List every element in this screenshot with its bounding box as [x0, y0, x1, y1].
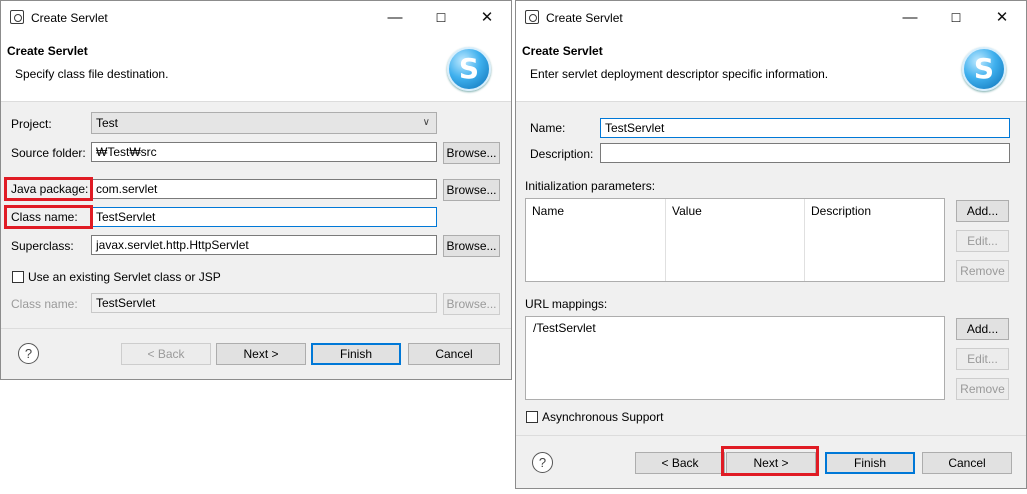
create-servlet-dialog-2: Create Servlet — ☐ ✕ Create Servlet Ente… [515, 0, 1027, 489]
use-existing-checkbox[interactable] [12, 271, 24, 283]
remove-url-mapping-button: Remove [956, 378, 1009, 400]
header-description: Enter servlet deployment descriptor spec… [530, 67, 829, 81]
browse-existing-class-button: Browse... [443, 293, 500, 315]
name-field[interactable]: TestServlet [600, 118, 1010, 138]
eclipse-app-icon [525, 10, 539, 24]
title-bar: Create Servlet — ☐ ✕ [1, 1, 511, 35]
create-servlet-dialog-1: Create Servlet — ☐ ✕ Create Servlet Spec… [0, 0, 512, 380]
eclipse-app-icon [10, 10, 24, 24]
wizard-header: Create Servlet Specify class file destin… [1, 35, 511, 102]
help-icon[interactable]: ? [18, 343, 39, 364]
description-label: Description: [530, 147, 594, 161]
remove-init-param-button: Remove [956, 260, 1009, 282]
add-url-mapping-button[interactable]: Add... [956, 318, 1009, 340]
browse-java-package-button[interactable]: Browse... [443, 179, 500, 201]
superclass-label: Superclass: [11, 239, 74, 253]
maximize-icon[interactable]: ☐ [418, 3, 464, 33]
window-title: Create Servlet [546, 11, 623, 25]
java-package-field[interactable]: com.servlet [91, 179, 437, 199]
use-existing-label: Use an existing Servlet class or JSP [28, 270, 221, 284]
class-name-field[interactable]: TestServlet [91, 207, 437, 227]
wizard-header: Create Servlet Enter servlet deployment … [516, 35, 1026, 102]
finish-button[interactable]: Finish [311, 343, 401, 365]
column-header-value[interactable]: Value [666, 199, 702, 223]
project-combo[interactable]: Test ∨ [91, 112, 437, 134]
project-label: Project: [11, 117, 52, 131]
java-package-label: Java package: [11, 182, 89, 196]
window-title: Create Servlet [31, 11, 108, 25]
help-icon[interactable]: ? [532, 452, 553, 473]
maximize-icon[interactable]: ☐ [933, 3, 979, 33]
column-header-description[interactable]: Description [805, 199, 871, 223]
description-field[interactable] [600, 143, 1010, 163]
cancel-button[interactable]: Cancel [408, 343, 500, 365]
init-params-table[interactable]: Name Value Description [525, 198, 945, 282]
next-button[interactable]: Next > [726, 452, 816, 474]
async-support-checkbox[interactable] [526, 411, 538, 423]
source-folder-label: Source folder: [11, 146, 86, 160]
back-button[interactable]: < Back [635, 452, 725, 474]
project-value: Test [96, 116, 119, 130]
superclass-field[interactable]: javax.servlet.http.HttpServlet [91, 235, 437, 255]
source-folder-field[interactable]: ₩Test₩src [91, 142, 437, 162]
edit-url-mapping-button: Edit... [956, 348, 1009, 370]
next-button[interactable]: Next > [216, 343, 306, 365]
back-button: < Back [121, 343, 211, 365]
browse-source-folder-button[interactable]: Browse... [443, 142, 500, 164]
minimize-icon[interactable]: — [372, 3, 418, 33]
chevron-down-icon: ∨ [422, 117, 430, 128]
cancel-button[interactable]: Cancel [922, 452, 1012, 474]
class-name-label: Class name: [11, 210, 78, 224]
servlet-logo-icon: S [447, 47, 491, 91]
list-item[interactable]: /TestServlet [533, 321, 596, 335]
browse-superclass-button[interactable]: Browse... [443, 235, 500, 257]
column-header-name[interactable]: Name [526, 199, 564, 223]
footer-separator [516, 435, 1026, 436]
footer-separator [1, 328, 511, 329]
init-params-label: Initialization parameters: [525, 179, 656, 193]
title-bar: Create Servlet — ☐ ✕ [516, 1, 1026, 35]
minimize-icon[interactable]: — [887, 3, 933, 33]
existing-class-name-field: TestServlet [91, 293, 437, 313]
header-title: Create Servlet [522, 44, 603, 58]
header-description: Specify class file destination. [15, 67, 169, 81]
url-mappings-list[interactable]: /TestServlet [525, 316, 945, 400]
existing-class-name-label: Class name: [11, 297, 78, 311]
finish-button[interactable]: Finish [825, 452, 915, 474]
edit-init-param-button: Edit... [956, 230, 1009, 252]
add-init-param-button[interactable]: Add... [956, 200, 1009, 222]
async-support-label: Asynchronous Support [542, 410, 664, 424]
name-label: Name: [530, 121, 566, 135]
servlet-logo-icon: S [962, 47, 1006, 91]
url-mappings-label: URL mappings: [525, 297, 608, 311]
close-icon[interactable]: ✕ [464, 3, 510, 33]
header-title: Create Servlet [7, 44, 88, 58]
close-icon[interactable]: ✕ [979, 3, 1025, 33]
